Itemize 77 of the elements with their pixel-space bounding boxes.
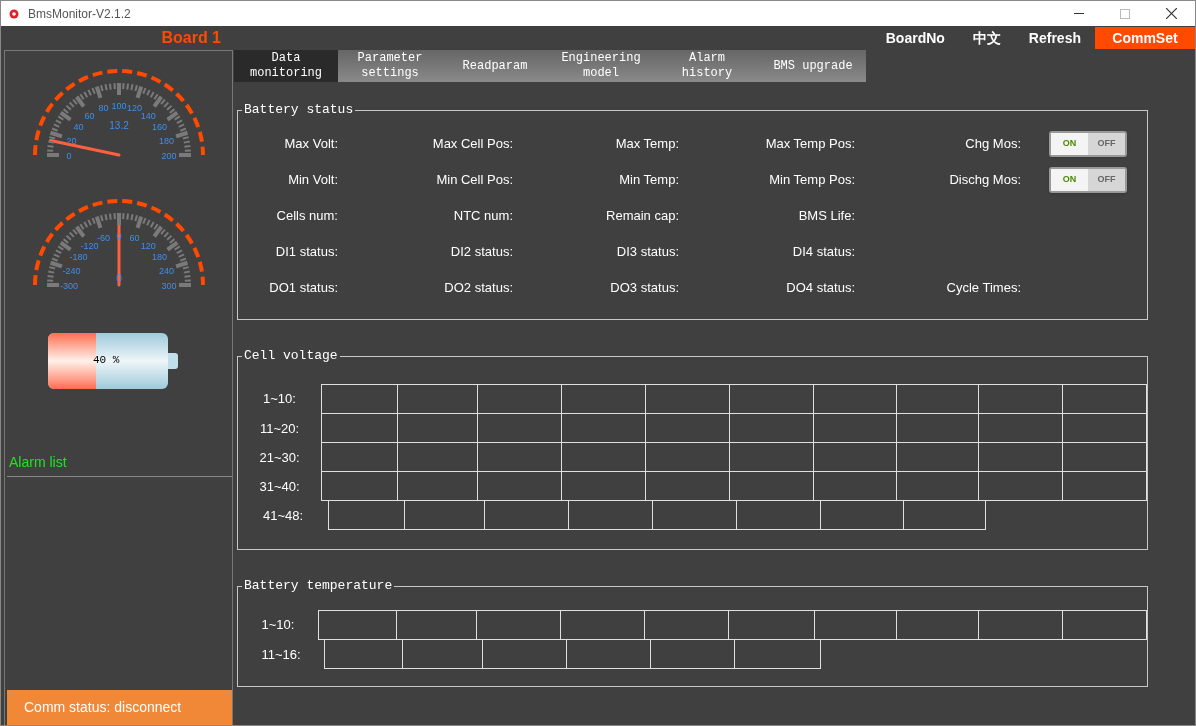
gauge-tick-label: 160 bbox=[151, 121, 167, 132]
gauge-tick-label: 100 bbox=[111, 101, 127, 111]
board-title: Board 1 bbox=[161, 28, 221, 48]
alarm-list-title: Alarm list bbox=[8, 453, 68, 472]
gauge-tick-label: 120 bbox=[126, 103, 142, 114]
gauge-tick-label: 60 bbox=[129, 233, 140, 244]
header-button[interactable]: CommSet bbox=[1095, 27, 1195, 49]
status-label: Max Temp Pos: bbox=[764, 135, 855, 154]
gauge-tick-label: 200 bbox=[161, 151, 177, 161]
status-label: Min Temp Pos: bbox=[768, 171, 855, 190]
gauge-reading: 13.2 bbox=[109, 120, 129, 131]
gauge-tick-label: 180 bbox=[159, 135, 175, 146]
header-button[interactable]: BoardNo bbox=[871, 27, 959, 49]
header-button[interactable]: Refresh bbox=[1014, 27, 1095, 49]
gauge-tick-label: 140 bbox=[140, 110, 156, 121]
status-label: Cells num: bbox=[275, 207, 338, 226]
status-label: BMS Life: bbox=[797, 207, 855, 226]
status-label: Cycle Times: bbox=[945, 279, 1021, 298]
tab[interactable]: Data monitoring bbox=[234, 50, 338, 82]
gauge-needle bbox=[49, 139, 121, 157]
close-icon[interactable] bbox=[1166, 8, 1177, 19]
status-label: Min Temp: bbox=[618, 171, 679, 190]
gauge-tick-label: 300 bbox=[161, 281, 177, 291]
row-label: 11~20: bbox=[258, 419, 301, 438]
status-label: DI4 status: bbox=[791, 243, 855, 262]
battery-terminal bbox=[168, 353, 178, 369]
row-label: 11~16: bbox=[260, 645, 302, 664]
gauge-tick-label: -180 bbox=[69, 251, 88, 262]
group-title: Battery status bbox=[242, 102, 356, 118]
row-label: 41~48: bbox=[261, 506, 305, 525]
gauge-tick-label: 80 bbox=[98, 103, 109, 114]
tab[interactable]: Readparam bbox=[442, 50, 548, 82]
tab[interactable]: Alarm history bbox=[654, 50, 760, 82]
gauge-tick-label: -60 bbox=[97, 233, 111, 244]
status-label: Max Cell Pos: bbox=[431, 135, 513, 154]
status-label: DO4 status: bbox=[785, 279, 855, 298]
row-label: 1~10: bbox=[260, 616, 296, 635]
status-label: NTC num: bbox=[452, 207, 513, 226]
status-label: Max Temp: bbox=[614, 135, 679, 154]
gauge-tick-label: 40 bbox=[73, 121, 84, 132]
group-title: Battery temperature bbox=[242, 578, 395, 594]
gauge-tick-label: -300 bbox=[60, 281, 78, 291]
toggle-switch[interactable]: ON OFF bbox=[1049, 167, 1127, 193]
status-label: Dischg Mos: bbox=[948, 171, 1021, 190]
gauge-tick-label: 120 bbox=[140, 240, 156, 251]
status-label: Min Volt: bbox=[287, 171, 338, 190]
gauge-tick-label: -120 bbox=[80, 240, 99, 251]
window-title: BmsMonitor-V2.1.2 bbox=[28, 5, 131, 23]
gauge-tick-label: 60 bbox=[84, 110, 95, 121]
gauge-tick-label: -240 bbox=[62, 265, 81, 276]
status-label: DI2 status: bbox=[449, 243, 513, 262]
battery-percent: 40 % bbox=[93, 353, 120, 368]
toggle-switch[interactable]: ON OFF bbox=[1049, 131, 1127, 157]
status-label: DO2 status: bbox=[443, 279, 513, 298]
row-label: 21~30: bbox=[258, 448, 301, 467]
gauge-tick-label: 240 bbox=[159, 265, 175, 276]
status-label: Chg Mos: bbox=[964, 135, 1021, 154]
gauge-tick-label: 20 bbox=[66, 135, 77, 146]
status-label: DO3 status: bbox=[609, 279, 679, 298]
tab[interactable]: BMS upgrade bbox=[760, 50, 866, 82]
gauge-tick-label: 0 bbox=[116, 231, 122, 241]
status-label: DI1 status: bbox=[274, 243, 338, 262]
status-label: Min Cell Pos: bbox=[435, 171, 513, 190]
row-label: 31~40: bbox=[258, 477, 301, 496]
gauge-tick-label: 0 bbox=[66, 151, 72, 161]
status-label: DI3 status: bbox=[615, 243, 679, 262]
status-label: DO1 status: bbox=[268, 279, 338, 298]
group-title: Cell voltage bbox=[242, 348, 340, 364]
gauge-reading: 0 bbox=[116, 273, 122, 284]
status-label: Max Volt: bbox=[283, 135, 338, 154]
status-bar: Comm status: disconnect bbox=[7, 690, 232, 725]
tab[interactable]: Engineering model bbox=[548, 50, 654, 82]
tab[interactable]: Parameter settings bbox=[338, 50, 442, 82]
status-label: Remain cap: bbox=[605, 207, 679, 226]
row-label: 1~10: bbox=[262, 390, 297, 409]
header-button[interactable]: 中文 bbox=[958, 27, 1015, 49]
gauge-tick-label: 180 bbox=[151, 251, 167, 262]
